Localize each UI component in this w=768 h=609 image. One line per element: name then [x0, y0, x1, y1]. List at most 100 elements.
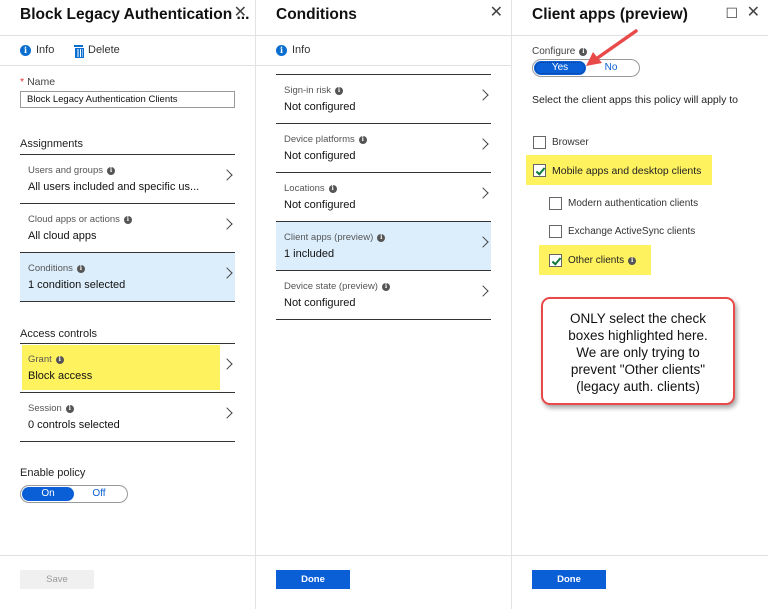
description-text: Select the client apps this policy will …	[532, 94, 739, 106]
item-value: 0 controls selected	[28, 419, 120, 431]
item-label-text: Grant	[28, 354, 52, 365]
toggle-yes-option[interactable]: Yes	[534, 61, 586, 75]
checkbox-box[interactable]	[533, 136, 546, 149]
access-controls-list: Grant i Block access Session i 0 controls …	[20, 343, 235, 442]
chevron-right-icon	[477, 236, 489, 248]
blade-header: Block Legacy Authentication ... ✕	[0, 0, 255, 36]
item-label: Cloud apps or actions i	[28, 214, 132, 225]
chevron-right-icon	[221, 358, 233, 370]
item-value: Not configured	[284, 101, 356, 113]
item-value: Not configured	[284, 199, 356, 211]
item-label: Users and groups i	[28, 165, 115, 176]
assignments-list: Users and groups i All users included and…	[20, 154, 235, 302]
client-apps-item[interactable]: Client apps (preview) i 1 included	[276, 222, 491, 271]
checkbox-label: Other clients	[568, 255, 625, 266]
done-button[interactable]: Done	[532, 570, 606, 589]
close-icon[interactable]: ✕	[747, 5, 760, 21]
chevron-right-icon	[477, 187, 489, 199]
name-input[interactable]	[20, 91, 235, 108]
checkbox-browser[interactable]: Browser	[533, 136, 589, 149]
item-value: All cloud apps	[28, 230, 97, 242]
item-label-text: Conditions	[28, 263, 73, 274]
info-icon: i	[381, 282, 390, 291]
policy-blade: Block Legacy Authentication ... ✕ i Info…	[0, 0, 256, 609]
info-icon: i	[276, 44, 287, 56]
info-label: Info	[36, 44, 55, 56]
checkbox-box[interactable]	[549, 254, 562, 267]
enable-policy-toggle[interactable]: On Off	[20, 485, 128, 503]
grant-item[interactable]: Grant i Block access	[20, 344, 235, 393]
done-button[interactable]: Done	[276, 570, 350, 589]
chevron-right-icon	[221, 218, 233, 230]
arrow-head	[586, 52, 602, 66]
item-value: 1 condition selected	[28, 279, 126, 291]
delete-button[interactable]: Delete	[74, 44, 120, 58]
locations-item[interactable]: Locations i Not configured	[276, 173, 491, 222]
checkbox-label: Browser	[552, 137, 589, 148]
item-label: Conditions i	[28, 263, 85, 274]
name-label: * Name	[20, 76, 55, 88]
close-icon[interactable]: ✕	[490, 5, 503, 21]
item-value: 1 included	[284, 248, 335, 260]
item-label: Device platforms i	[284, 134, 367, 145]
checkbox-box[interactable]	[549, 225, 562, 238]
info-label: Info	[292, 44, 311, 56]
trash-icon	[74, 44, 84, 58]
chevron-right-icon	[477, 285, 489, 297]
arrow-shaft	[594, 29, 638, 61]
conditions-blade: Conditions ✕ i Info Sign-in risk i Not co…	[256, 0, 512, 609]
save-button[interactable]: Save	[20, 570, 94, 589]
name-label-text: Name	[27, 76, 56, 88]
item-label-text: Client apps (preview)	[284, 232, 374, 243]
item-label-text: Device platforms	[284, 134, 355, 145]
cloud-apps-item[interactable]: Cloud apps or actions i All cloud apps	[20, 204, 235, 253]
toggle-off-option[interactable]: Off	[73, 487, 125, 501]
configure-label-text: Configure	[532, 46, 576, 57]
toggle-on-option[interactable]: On	[22, 487, 74, 501]
item-label: Sign-in risk i	[284, 85, 343, 96]
item-label-text: Sign-in risk	[284, 85, 331, 96]
checkbox-mobile-apps[interactable]: Mobile apps and desktop clients	[533, 164, 701, 177]
info-icon: i	[55, 355, 64, 364]
item-value: Not configured	[284, 150, 356, 162]
blade-footer: Done	[512, 555, 768, 609]
chevron-right-icon	[221, 267, 233, 279]
close-icon[interactable]: ✕	[234, 5, 247, 21]
checkbox-label: Mobile apps and desktop clients	[552, 164, 702, 177]
checkbox-box[interactable]	[549, 197, 562, 210]
blade-title: Block Legacy Authentication ...	[20, 6, 250, 23]
users-and-groups-item[interactable]: Users and groups i All users included and…	[20, 155, 235, 204]
annotation-callout: ONLY select the check boxes highlighted …	[541, 297, 735, 405]
toolbar: i Info Delete	[0, 36, 255, 66]
info-icon: i	[123, 215, 132, 224]
checkbox-other-clients[interactable]: Other clients i	[549, 254, 637, 267]
checkbox-label: Exchange ActiveSync clients	[568, 226, 696, 237]
access-controls-heading: Access controls	[20, 328, 98, 340]
blade-title: Conditions	[276, 6, 357, 23]
conditions-item[interactable]: Conditions i 1 condition selected	[20, 253, 235, 302]
conditions-list: Sign-in risk i Not configured Device plat…	[276, 74, 491, 320]
item-label-text: Device state (preview)	[284, 281, 378, 292]
info-icon: i	[358, 135, 367, 144]
info-icon: i	[628, 256, 637, 265]
enable-policy-label: Enable policy	[20, 467, 86, 479]
info-icon: i	[335, 86, 343, 95]
checkbox-label: Modern authentication clients	[568, 198, 699, 209]
info-button[interactable]: i Info	[276, 44, 310, 56]
info-icon: i	[377, 233, 386, 242]
checkbox-box[interactable]	[533, 164, 546, 177]
maximize-icon[interactable]: ☐	[725, 6, 738, 20]
item-value: Not configured	[284, 297, 356, 309]
sign-in-risk-item[interactable]: Sign-in risk i Not configured	[276, 75, 491, 124]
info-button[interactable]: i Info	[20, 44, 54, 56]
item-label-text: Session	[28, 403, 62, 414]
checkbox-exchange-activesync[interactable]: Exchange ActiveSync clients	[549, 225, 695, 238]
blade-header: Conditions ✕	[256, 0, 511, 36]
item-label: Device state (preview) i	[284, 281, 390, 292]
session-item[interactable]: Session i 0 controls selected	[20, 393, 235, 442]
info-icon: i	[76, 264, 85, 273]
device-platforms-item[interactable]: Device platforms i Not configured	[276, 124, 491, 173]
checkbox-modern-auth[interactable]: Modern authentication clients	[549, 197, 698, 210]
item-label: Grant i	[28, 354, 64, 365]
device-state-item[interactable]: Device state (preview) i Not configured	[276, 271, 491, 320]
